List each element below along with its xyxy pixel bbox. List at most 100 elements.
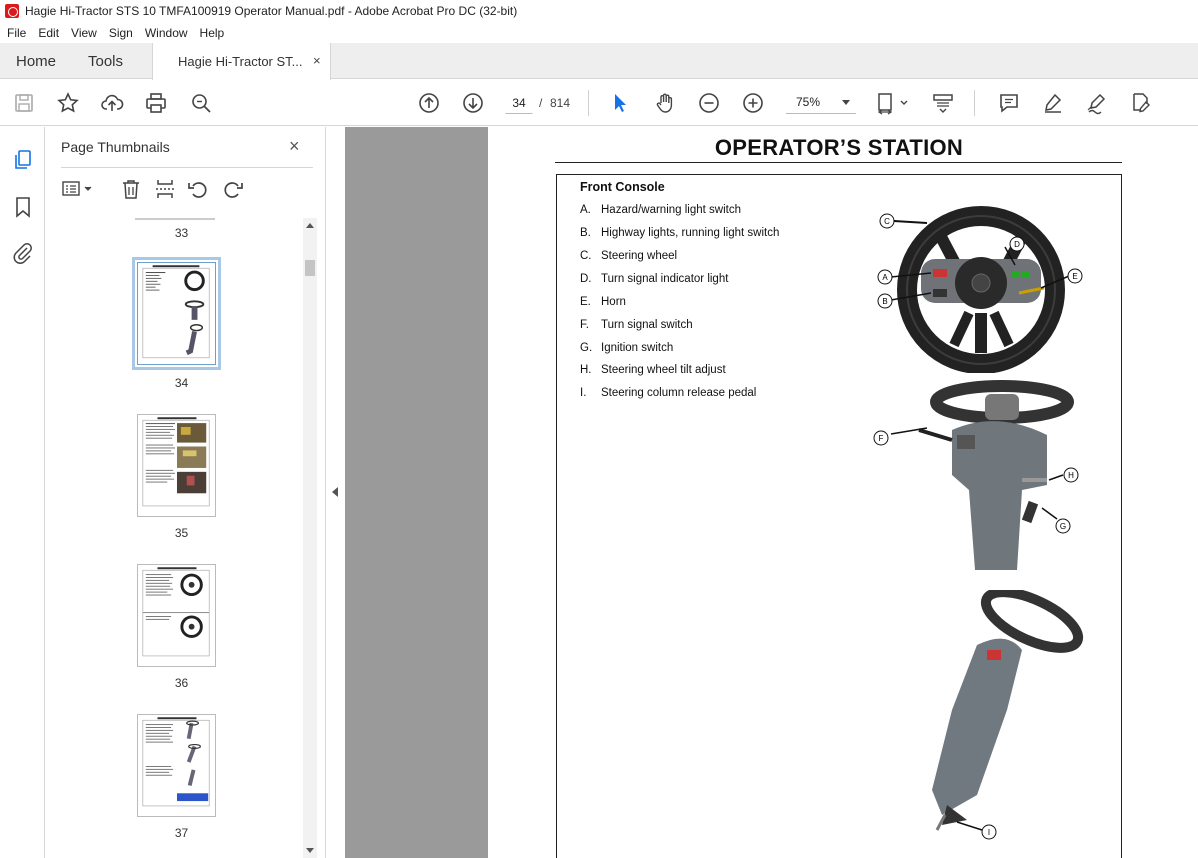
thumbnail-36-preview <box>142 567 210 657</box>
thumbnail-page-36[interactable] <box>137 564 216 667</box>
thumbnail-33-edge[interactable] <box>135 218 215 220</box>
zoom-search-icon[interactable] <box>189 91 213 115</box>
thumbnail-label-33: 33 <box>174 226 189 240</box>
part-item: C. Steering wheel <box>580 250 678 262</box>
steering-column-pedal-figure: I <box>932 590 1084 840</box>
thumbnail-35-preview <box>142 417 210 507</box>
steering-wheel-figure: C D A E B <box>877 206 1083 373</box>
callout-c: C <box>884 217 890 226</box>
chevron-down-icon <box>842 100 850 105</box>
thumbnail-34-preview <box>142 265 210 359</box>
delete-page-icon[interactable] <box>119 177 143 201</box>
close-panel-icon[interactable]: × <box>289 136 300 157</box>
menu-help[interactable]: Help <box>193 26 230 40</box>
steering-column-figure: F H G <box>873 380 1079 570</box>
zoom-select[interactable]: 75% <box>786 92 856 114</box>
menu-file[interactable]: File <box>0 26 31 40</box>
scroll-down-icon[interactable] <box>306 848 314 853</box>
thumbnail-label-34: 34 <box>174 376 189 390</box>
heading-rule <box>555 162 1122 163</box>
tab-bar: Home Tools Hagie Hi-Tractor ST... × <box>0 43 1198 80</box>
thumbnail-page-37[interactable] <box>137 714 216 817</box>
page-fit-icon[interactable] <box>876 91 910 115</box>
left-rail <box>0 127 45 858</box>
page-heading: OPERATOR’S STATION <box>714 135 964 160</box>
page-separator: / <box>539 96 543 110</box>
menu-bar: File Edit View Sign Window Help <box>0 22 1198 43</box>
callout-e: E <box>1072 272 1077 281</box>
tab-home[interactable]: Home <box>16 53 56 70</box>
collapse-arrow-icon[interactable] <box>332 487 338 497</box>
comment-icon[interactable] <box>997 91 1021 115</box>
page-total: 814 <box>550 96 571 110</box>
menu-sign[interactable]: Sign <box>102 26 138 40</box>
fill-sign-icon[interactable] <box>1129 91 1153 115</box>
scrollbar-thumb[interactable] <box>305 260 315 276</box>
zoom-in-icon[interactable] <box>741 91 765 115</box>
zoom-out-icon[interactable] <box>697 91 721 115</box>
thumbnail-page-34[interactable] <box>132 257 221 370</box>
attachment-icon[interactable] <box>11 241 35 265</box>
tab-document[interactable]: Hagie Hi-Tractor ST... × <box>152 43 331 80</box>
menu-view[interactable]: View <box>64 26 102 40</box>
part-item: G. Ignition switch <box>580 342 674 354</box>
callout-f: F <box>879 434 884 443</box>
previous-page-icon[interactable] <box>417 91 441 115</box>
callout-d: D <box>1014 240 1020 249</box>
toolbar-separator <box>974 90 975 116</box>
callout-a: A <box>882 273 888 282</box>
part-item: A. Hazard/warning light switch <box>580 204 741 216</box>
thumbnails-panel: Page Thumbnails × 33 34 35 36 37 <box>45 127 325 858</box>
menu-edit[interactable]: Edit <box>31 26 64 40</box>
thumbnail-label-37: 37 <box>174 826 189 840</box>
panel-divider <box>61 167 313 168</box>
save-icon[interactable] <box>12 91 36 115</box>
window-title: Hagie Hi-Tractor STS 10 TMFA100919 Opera… <box>25 4 518 18</box>
next-page-icon[interactable] <box>461 91 485 115</box>
highlight-pen-icon[interactable] <box>1041 91 1065 115</box>
print-icon[interactable] <box>144 91 168 115</box>
rotate-left-icon[interactable] <box>186 177 210 201</box>
thumbnail-page-35[interactable] <box>137 414 216 517</box>
part-item: D. Turn signal indicator light <box>580 273 729 285</box>
scroll-up-icon[interactable] <box>306 223 314 228</box>
rotate-right-icon[interactable] <box>221 177 245 201</box>
panel-title: Page Thumbnails <box>61 139 170 155</box>
section-title: Front Console <box>580 180 665 194</box>
collapse-panel-strip[interactable] <box>325 127 345 858</box>
zoom-value: 75% <box>796 95 821 109</box>
document-viewport[interactable]: OPERATOR’S STATION Front Console A. Hazar… <box>345 127 1198 858</box>
thumbnail-label-36: 36 <box>174 676 189 690</box>
page-number-input[interactable]: 34 <box>505 92 533 114</box>
thumbnail-options-icon[interactable] <box>61 177 95 201</box>
toolbar <box>0 80 1198 126</box>
thumbnail-37-preview <box>142 717 210 807</box>
close-tab-icon[interactable]: × <box>313 53 321 68</box>
draw-sign-icon[interactable] <box>1085 91 1109 115</box>
star-icon[interactable] <box>56 91 80 115</box>
callout-i: I <box>988 828 990 837</box>
hand-tool-icon[interactable] <box>653 91 677 115</box>
pdf-page: OPERATOR’S STATION Front Console A. Hazar… <box>488 127 1198 858</box>
acrobat-icon <box>5 4 19 18</box>
part-item: E. Horn <box>580 296 626 308</box>
content-box: Front Console A. Hazard/warning light swi… <box>556 174 1122 858</box>
part-item: H. Steering wheel tilt adjust <box>580 364 726 376</box>
tab-tools[interactable]: Tools <box>88 53 123 70</box>
title-bar: Hagie Hi-Tractor STS 10 TMFA100919 Opera… <box>0 0 1198 22</box>
page-thumbnails-icon[interactable] <box>11 148 35 172</box>
bookmark-icon[interactable] <box>11 195 35 219</box>
toolbar-separator <box>588 90 589 116</box>
tab-document-label: Hagie Hi-Tractor ST... <box>178 54 303 69</box>
part-item: B. Highway lights, running light switch <box>580 227 780 239</box>
select-cursor-icon[interactable] <box>608 91 632 115</box>
callout-b: B <box>882 297 887 306</box>
extract-page-icon[interactable] <box>153 177 177 201</box>
upload-cloud-icon[interactable] <box>100 91 124 115</box>
thumbnail-scrollbar[interactable] <box>303 218 317 858</box>
menu-window[interactable]: Window <box>138 26 193 40</box>
thumbnail-label-35: 35 <box>174 526 189 540</box>
part-item: I. Steering column release pedal <box>580 387 757 399</box>
part-item: F. Turn signal switch <box>580 319 693 331</box>
scrolling-mode-icon[interactable] <box>931 91 955 115</box>
